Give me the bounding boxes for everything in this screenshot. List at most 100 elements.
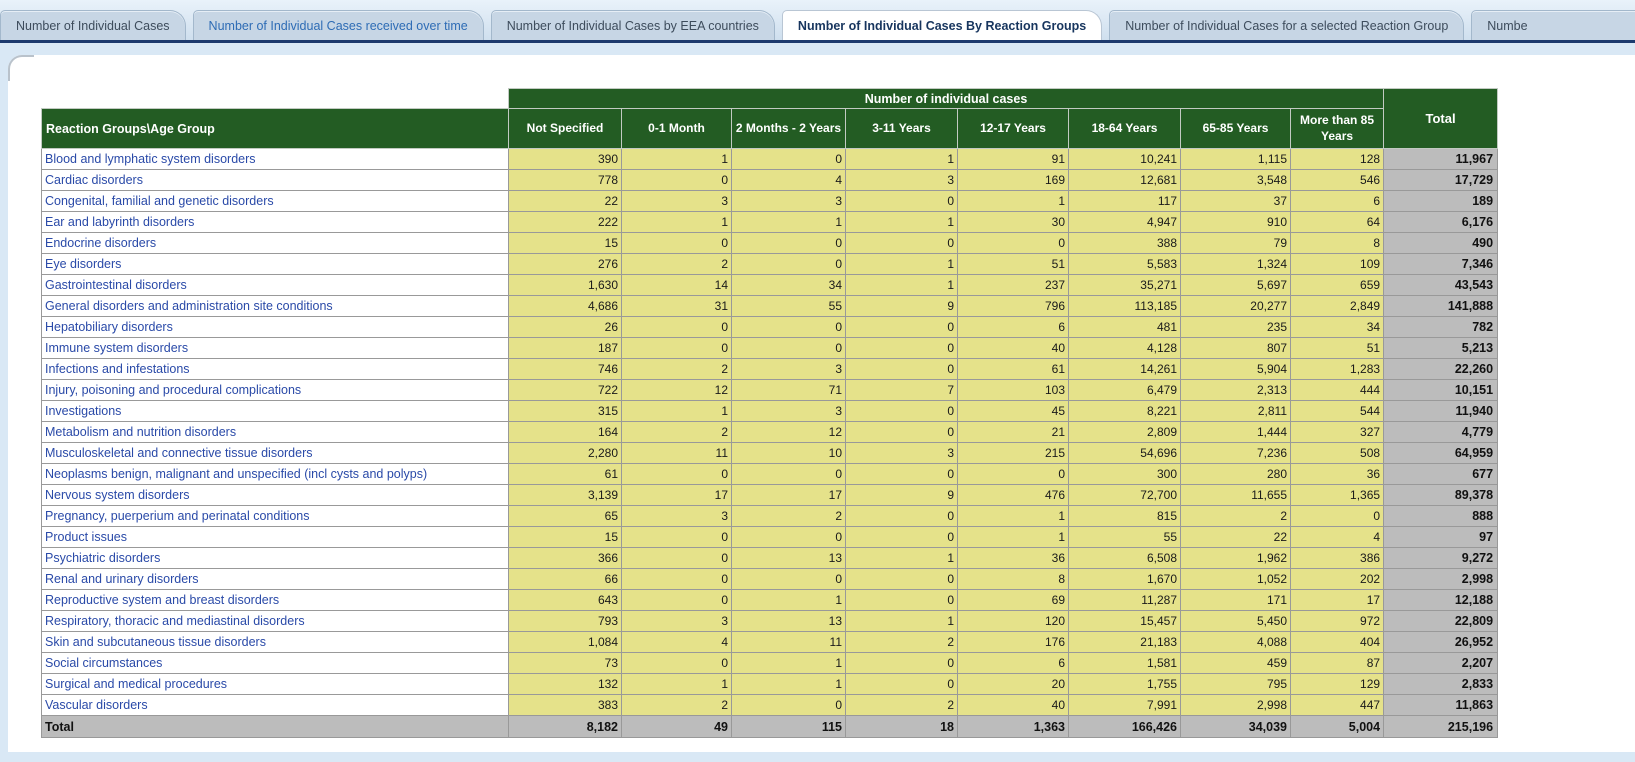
table-row: Social circumstances7301061,581459872,20… — [42, 653, 1498, 674]
value-cell: 0 — [846, 569, 958, 590]
value-cell: 3 — [846, 170, 958, 191]
reaction-group-cell: Nervous system disorders — [42, 485, 509, 506]
reaction-group-cell: Product issues — [42, 527, 509, 548]
reaction-group-link[interactable]: Ear and labyrinth disorders — [45, 215, 194, 229]
value-cell: 1 — [732, 212, 846, 233]
value-cell: 1 — [846, 548, 958, 569]
value-cell: 1 — [846, 275, 958, 296]
reaction-group-cell: Ear and labyrinth disorders — [42, 212, 509, 233]
grand-total-value: 5,004 — [1291, 716, 1384, 738]
value-cell: 1,755 — [1069, 674, 1181, 695]
value-cell: 1,084 — [509, 632, 622, 653]
row-total-cell: 141,888 — [1384, 296, 1498, 317]
reaction-group-link[interactable]: Neoplasms benign, malignant and unspecif… — [45, 467, 427, 481]
value-cell: 13 — [732, 611, 846, 632]
tab-truncated[interactable]: Numbe — [1471, 10, 1635, 40]
reaction-group-link[interactable]: Surgical and medical procedures — [45, 677, 227, 691]
reaction-group-link[interactable]: Skin and subcutaneous tissue disorders — [45, 635, 266, 649]
value-cell: 544 — [1291, 401, 1384, 422]
reaction-group-link[interactable]: Vascular disorders — [45, 698, 148, 712]
tab-cases-by-reaction-groups[interactable]: Number of Individual Cases By Reaction G… — [782, 10, 1102, 40]
value-cell: 8 — [958, 569, 1069, 590]
table-row: Gastrointestinal disorders1,630143412373… — [42, 275, 1498, 296]
value-cell: 0 — [732, 149, 846, 170]
table-row: Psychiatric disorders3660131366,5081,962… — [42, 548, 1498, 569]
tab-cases-selected-reaction-group[interactable]: Number of Individual Cases for a selecte… — [1109, 10, 1464, 40]
value-cell: 2,313 — [1181, 380, 1291, 401]
value-cell: 0 — [846, 317, 958, 338]
reaction-group-link[interactable]: Blood and lymphatic system disorders — [45, 152, 256, 166]
value-cell: 169 — [958, 170, 1069, 191]
value-cell: 15,457 — [1069, 611, 1181, 632]
value-cell: 235 — [1181, 317, 1291, 338]
reaction-group-cell: Social circumstances — [42, 653, 509, 674]
value-cell: 20,277 — [1181, 296, 1291, 317]
reaction-group-link[interactable]: Respiratory, thoracic and mediastinal di… — [45, 614, 305, 628]
reaction-group-link[interactable]: Hepatobiliary disorders — [45, 320, 173, 334]
value-cell: 0 — [1291, 506, 1384, 527]
reaction-group-link[interactable]: Psychiatric disorders — [45, 551, 160, 565]
value-cell: 1 — [958, 191, 1069, 212]
value-cell: 1,444 — [1181, 422, 1291, 443]
tab-cases-received-over-time[interactable]: Number of Individual Cases received over… — [193, 10, 484, 40]
value-cell: 34 — [732, 275, 846, 296]
reaction-group-link[interactable]: Injury, poisoning and procedural complic… — [45, 383, 301, 397]
value-cell: 0 — [846, 338, 958, 359]
reaction-group-link[interactable]: Investigations — [45, 404, 121, 418]
value-cell: 0 — [732, 527, 846, 548]
reaction-group-link[interactable]: Pregnancy, puerperium and perinatal cond… — [45, 509, 310, 523]
reaction-group-link[interactable]: Social circumstances — [45, 656, 162, 670]
value-cell: 2,998 — [1181, 695, 1291, 716]
value-cell: 793 — [509, 611, 622, 632]
reaction-group-link[interactable]: Musculoskeletal and connective tissue di… — [45, 446, 313, 460]
value-cell: 383 — [509, 695, 622, 716]
tab-number-of-individual-cases[interactable]: Number of Individual Cases — [0, 10, 186, 40]
reaction-group-link[interactable]: Infections and infestations — [45, 362, 190, 376]
value-cell: 3,139 — [509, 485, 622, 506]
table-row: Musculoskeletal and connective tissue di… — [42, 443, 1498, 464]
row-total-cell: 2,998 — [1384, 569, 1498, 590]
row-total-cell: 7,346 — [1384, 254, 1498, 275]
table-row: Product issues1500015522497 — [42, 527, 1498, 548]
reaction-group-link[interactable]: General disorders and administration sit… — [45, 299, 333, 313]
reaction-group-link[interactable]: Metabolism and nutrition disorders — [45, 425, 236, 439]
reaction-group-link[interactable]: Reproductive system and breast disorders — [45, 593, 279, 607]
reaction-group-link[interactable]: Endocrine disorders — [45, 236, 156, 250]
header-row-columns: Reaction Groups\Age Group Not Specified … — [42, 109, 1498, 149]
reaction-group-link[interactable]: Renal and urinary disorders — [45, 572, 199, 586]
tab-cases-by-eea-countries[interactable]: Number of Individual Cases by EEA countr… — [491, 10, 775, 40]
row-total-cell: 2,207 — [1384, 653, 1498, 674]
table-row: Endocrine disorders150000388798490 — [42, 233, 1498, 254]
reaction-group-link[interactable]: Nervous system disorders — [45, 488, 190, 502]
value-cell: 659 — [1291, 275, 1384, 296]
reaction-group-link[interactable]: Congenital, familial and genetic disorde… — [45, 194, 274, 208]
table-row: Skin and subcutaneous tissue disorders 1,… — [42, 632, 1498, 653]
reaction-group-cell: Renal and urinary disorders — [42, 569, 509, 590]
value-cell: 972 — [1291, 611, 1384, 632]
value-cell: 91 — [958, 149, 1069, 170]
reaction-group-cell: Neoplasms benign, malignant and unspecif… — [42, 464, 509, 485]
row-total-cell: 5,213 — [1384, 338, 1498, 359]
value-cell: 300 — [1069, 464, 1181, 485]
reaction-group-cell: Respiratory, thoracic and mediastinal di… — [42, 611, 509, 632]
value-cell: 103 — [958, 380, 1069, 401]
value-cell: 13 — [732, 548, 846, 569]
table-row: Ear and labyrinth disorders222111304,947… — [42, 212, 1498, 233]
value-cell: 72,700 — [1069, 485, 1181, 506]
row-total-cell: 782 — [1384, 317, 1498, 338]
reaction-group-link[interactable]: Immune system disorders — [45, 341, 188, 355]
reaction-group-link[interactable]: Gastrointestinal disorders — [45, 278, 187, 292]
reaction-group-cell: Eye disorders — [42, 254, 509, 275]
value-cell: 778 — [509, 170, 622, 191]
reaction-group-link[interactable]: Cardiac disorders — [45, 173, 143, 187]
reaction-group-link[interactable]: Product issues — [45, 530, 127, 544]
row-total-cell: 189 — [1384, 191, 1498, 212]
reaction-group-cell: Metabolism and nutrition disorders — [42, 422, 509, 443]
reaction-group-link[interactable]: Eye disorders — [45, 257, 121, 271]
value-cell: 15 — [509, 527, 622, 548]
group-header: Number of individual cases — [509, 89, 1384, 109]
table-row: Nervous system disorders3,1391717947672,… — [42, 485, 1498, 506]
value-cell: 3 — [622, 191, 732, 212]
value-cell: 35,271 — [1069, 275, 1181, 296]
value-cell: 55 — [1069, 527, 1181, 548]
